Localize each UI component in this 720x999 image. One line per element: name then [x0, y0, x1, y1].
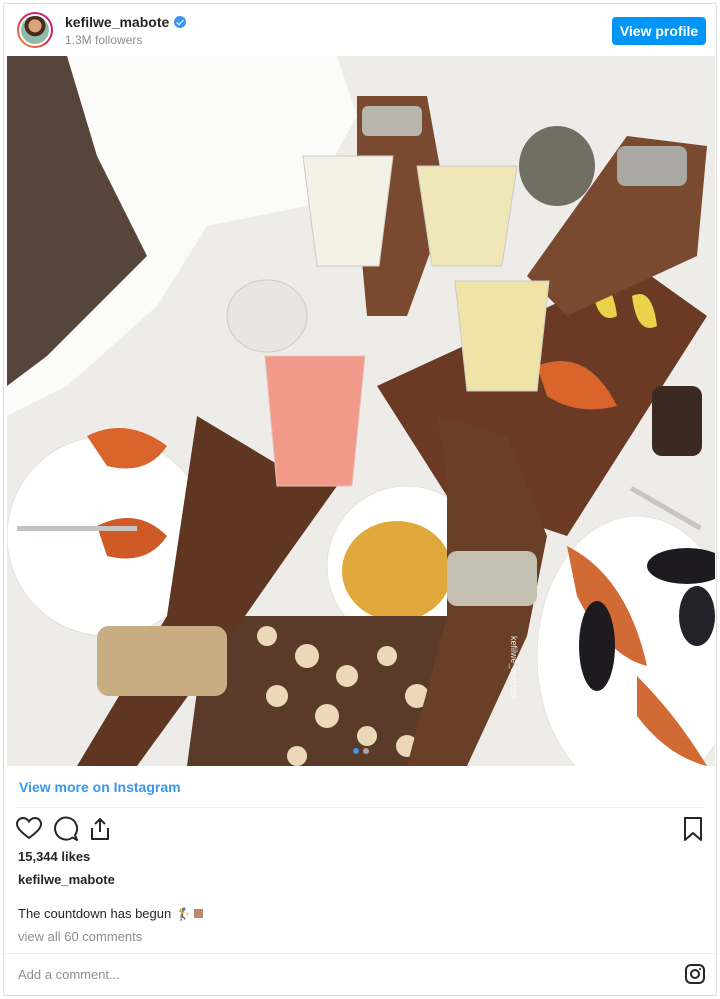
action-bar: [16, 816, 706, 844]
comment-icon[interactable]: [53, 816, 79, 842]
wine-glass: [416, 165, 518, 267]
skin-tone-swatch: [194, 909, 204, 918]
watch: [362, 106, 422, 136]
share-icon[interactable]: [87, 816, 113, 842]
post-header: kefilwe_mabote 1.3M followers View profi…: [4, 4, 716, 56]
carousel-dot[interactable]: [363, 748, 369, 754]
caption-text: The countdown has begun: [18, 906, 172, 921]
cola-glass: [519, 126, 595, 206]
caption: The countdown has begun 🏌: [18, 906, 204, 921]
gold-watch: [97, 626, 227, 696]
carousel-indicator: [7, 748, 715, 754]
instagram-embed-card: kefilwe_mabote 1.3M followers View profi…: [3, 3, 717, 996]
instagram-icon[interactable]: [685, 964, 705, 984]
username-link[interactable]: kefilwe_mabote: [65, 14, 169, 30]
avatar[interactable]: [17, 12, 53, 48]
photo-watermark: kefilwe_mabote: [509, 636, 519, 699]
divider: [4, 953, 716, 954]
wine-glass: [454, 280, 550, 392]
avatar-image: [19, 14, 51, 46]
view-more-link[interactable]: View more on Instagram: [19, 779, 181, 795]
cocktail-glass: [264, 355, 366, 487]
add-comment-input[interactable]: Add a comment...: [18, 967, 120, 982]
watch: [447, 551, 537, 606]
mussel: [579, 601, 615, 691]
empty-glass: [226, 279, 308, 353]
view-profile-button[interactable]: View profile: [612, 17, 706, 45]
photo-illustration: [7, 56, 715, 766]
fork: [17, 526, 137, 531]
mussel: [679, 586, 715, 646]
view-all-comments-link[interactable]: view all 60 comments: [18, 929, 142, 944]
verified-badge-icon: [174, 16, 187, 28]
carousel-dot-active[interactable]: [353, 748, 359, 754]
bookmark-icon[interactable]: [680, 816, 706, 842]
follower-count: 1.3M followers: [65, 33, 143, 47]
like-count[interactable]: 15,344 likes: [18, 849, 90, 864]
divider: [17, 807, 703, 808]
caption-username[interactable]: kefilwe_mabote: [18, 872, 115, 887]
wine-glass: [302, 155, 394, 267]
golfer-emoji: 🏌: [176, 906, 192, 921]
watch: [617, 146, 687, 186]
pepper-shaker: [652, 386, 702, 456]
heart-icon[interactable]: [16, 816, 42, 842]
soup: [342, 521, 452, 621]
post-photo[interactable]: kefilwe_mabote: [7, 56, 715, 766]
username-row: kefilwe_mabote: [65, 14, 187, 30]
